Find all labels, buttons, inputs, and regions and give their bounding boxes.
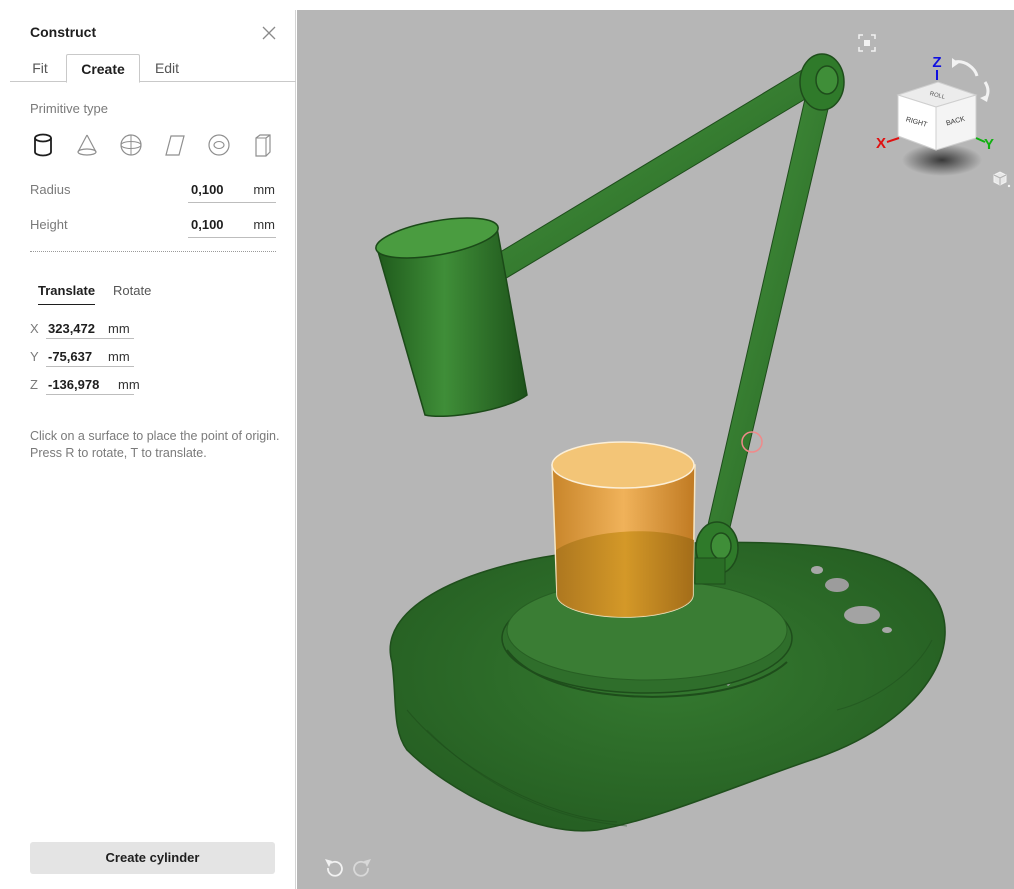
primitive-selector <box>28 130 278 160</box>
radius-input[interactable]: 0,100 mm <box>188 177 276 203</box>
coord-row-y: Y -75,637 mm <box>30 345 150 367</box>
coord-y-input[interactable]: -75,637 mm <box>46 345 134 367</box>
sphere-icon[interactable] <box>116 130 146 160</box>
lamp-upper-arm <box>486 69 818 281</box>
height-value: 0,100 <box>191 217 224 232</box>
height-input[interactable]: 0,100 mm <box>188 212 276 238</box>
tab-edit[interactable]: Edit <box>146 54 188 82</box>
scene-render: ROLL RIGHT BACK Z X Y <box>325 34 1011 877</box>
panel-title: Construct <box>30 24 97 40</box>
construct-panel: Construct Fit Create Edit Primitive type <box>10 10 296 889</box>
display-mode-icon[interactable] <box>993 171 1011 188</box>
height-unit: mm <box>253 217 275 232</box>
placement-hint: Click on a surface to place the point of… <box>30 429 280 460</box>
coord-y-value: -75,637 <box>48 349 93 364</box>
coord-z-input[interactable]: -136,978 mm <box>46 373 140 395</box>
panel-header: Construct <box>10 10 296 54</box>
radius-label: Radius <box>30 182 71 197</box>
create-cylinder-button[interactable]: Create cylinder <box>30 842 275 874</box>
lamp-model[interactable] <box>373 53 946 832</box>
coord-row-x: X 323,472 mm <box>30 317 150 339</box>
height-label: Height <box>30 217 68 232</box>
coord-x-input[interactable]: 323,472 mm <box>46 317 134 339</box>
view-cube[interactable]: ROLL RIGHT BACK Z X Y <box>876 54 994 176</box>
close-icon[interactable] <box>260 24 278 42</box>
axis-z-label: Z <box>932 54 941 71</box>
tab-fit[interactable]: Fit <box>24 54 56 82</box>
tab-rotate[interactable]: Rotate <box>113 283 151 305</box>
primitive-cylinder-preview[interactable] <box>551 441 696 618</box>
coord-unit: mm <box>118 377 140 392</box>
torus-icon[interactable] <box>204 130 234 160</box>
coord-axis-label: Z <box>30 377 38 392</box>
fit-view-icon[interactable] <box>858 34 876 52</box>
cone-icon[interactable] <box>72 130 102 160</box>
3d-viewport[interactable]: ROLL RIGHT BACK Z X Y <box>297 10 1014 889</box>
tab-create[interactable]: Create <box>66 54 140 83</box>
axis-y-label: Y <box>984 136 994 153</box>
coord-row-z: Z -136,978 mm <box>30 373 150 395</box>
cylinder-icon[interactable] <box>28 130 58 160</box>
box-icon[interactable] <box>248 130 278 160</box>
undo-icon[interactable] <box>325 859 343 877</box>
coord-x-value: 323,472 <box>48 321 95 336</box>
plane-icon[interactable] <box>160 130 190 160</box>
lamp-lower-arm <box>704 89 833 541</box>
redo-icon[interactable] <box>353 859 371 877</box>
radius-row: Radius 0,100 mm <box>30 177 276 203</box>
app-window: Construct Fit Create Edit Primitive type <box>10 10 1014 889</box>
coord-axis-label: X <box>30 321 39 336</box>
tab-translate[interactable]: Translate <box>38 283 96 305</box>
coord-axis-label: Y <box>30 349 39 364</box>
coord-unit: mm <box>108 321 130 336</box>
coord-z-value: -136,978 <box>48 377 100 392</box>
radius-value: 0,100 <box>191 182 224 197</box>
height-row: Height 0,100 mm <box>30 212 276 238</box>
rotate-arrow-icon <box>954 60 979 77</box>
section-divider <box>30 251 276 252</box>
axis-x-label: X <box>876 135 886 152</box>
coord-unit: mm <box>108 349 130 364</box>
panel-tabs: Fit Create Edit <box>10 54 296 83</box>
primitive-type-label: Primitive type <box>30 101 109 116</box>
radius-unit: mm <box>253 182 275 197</box>
